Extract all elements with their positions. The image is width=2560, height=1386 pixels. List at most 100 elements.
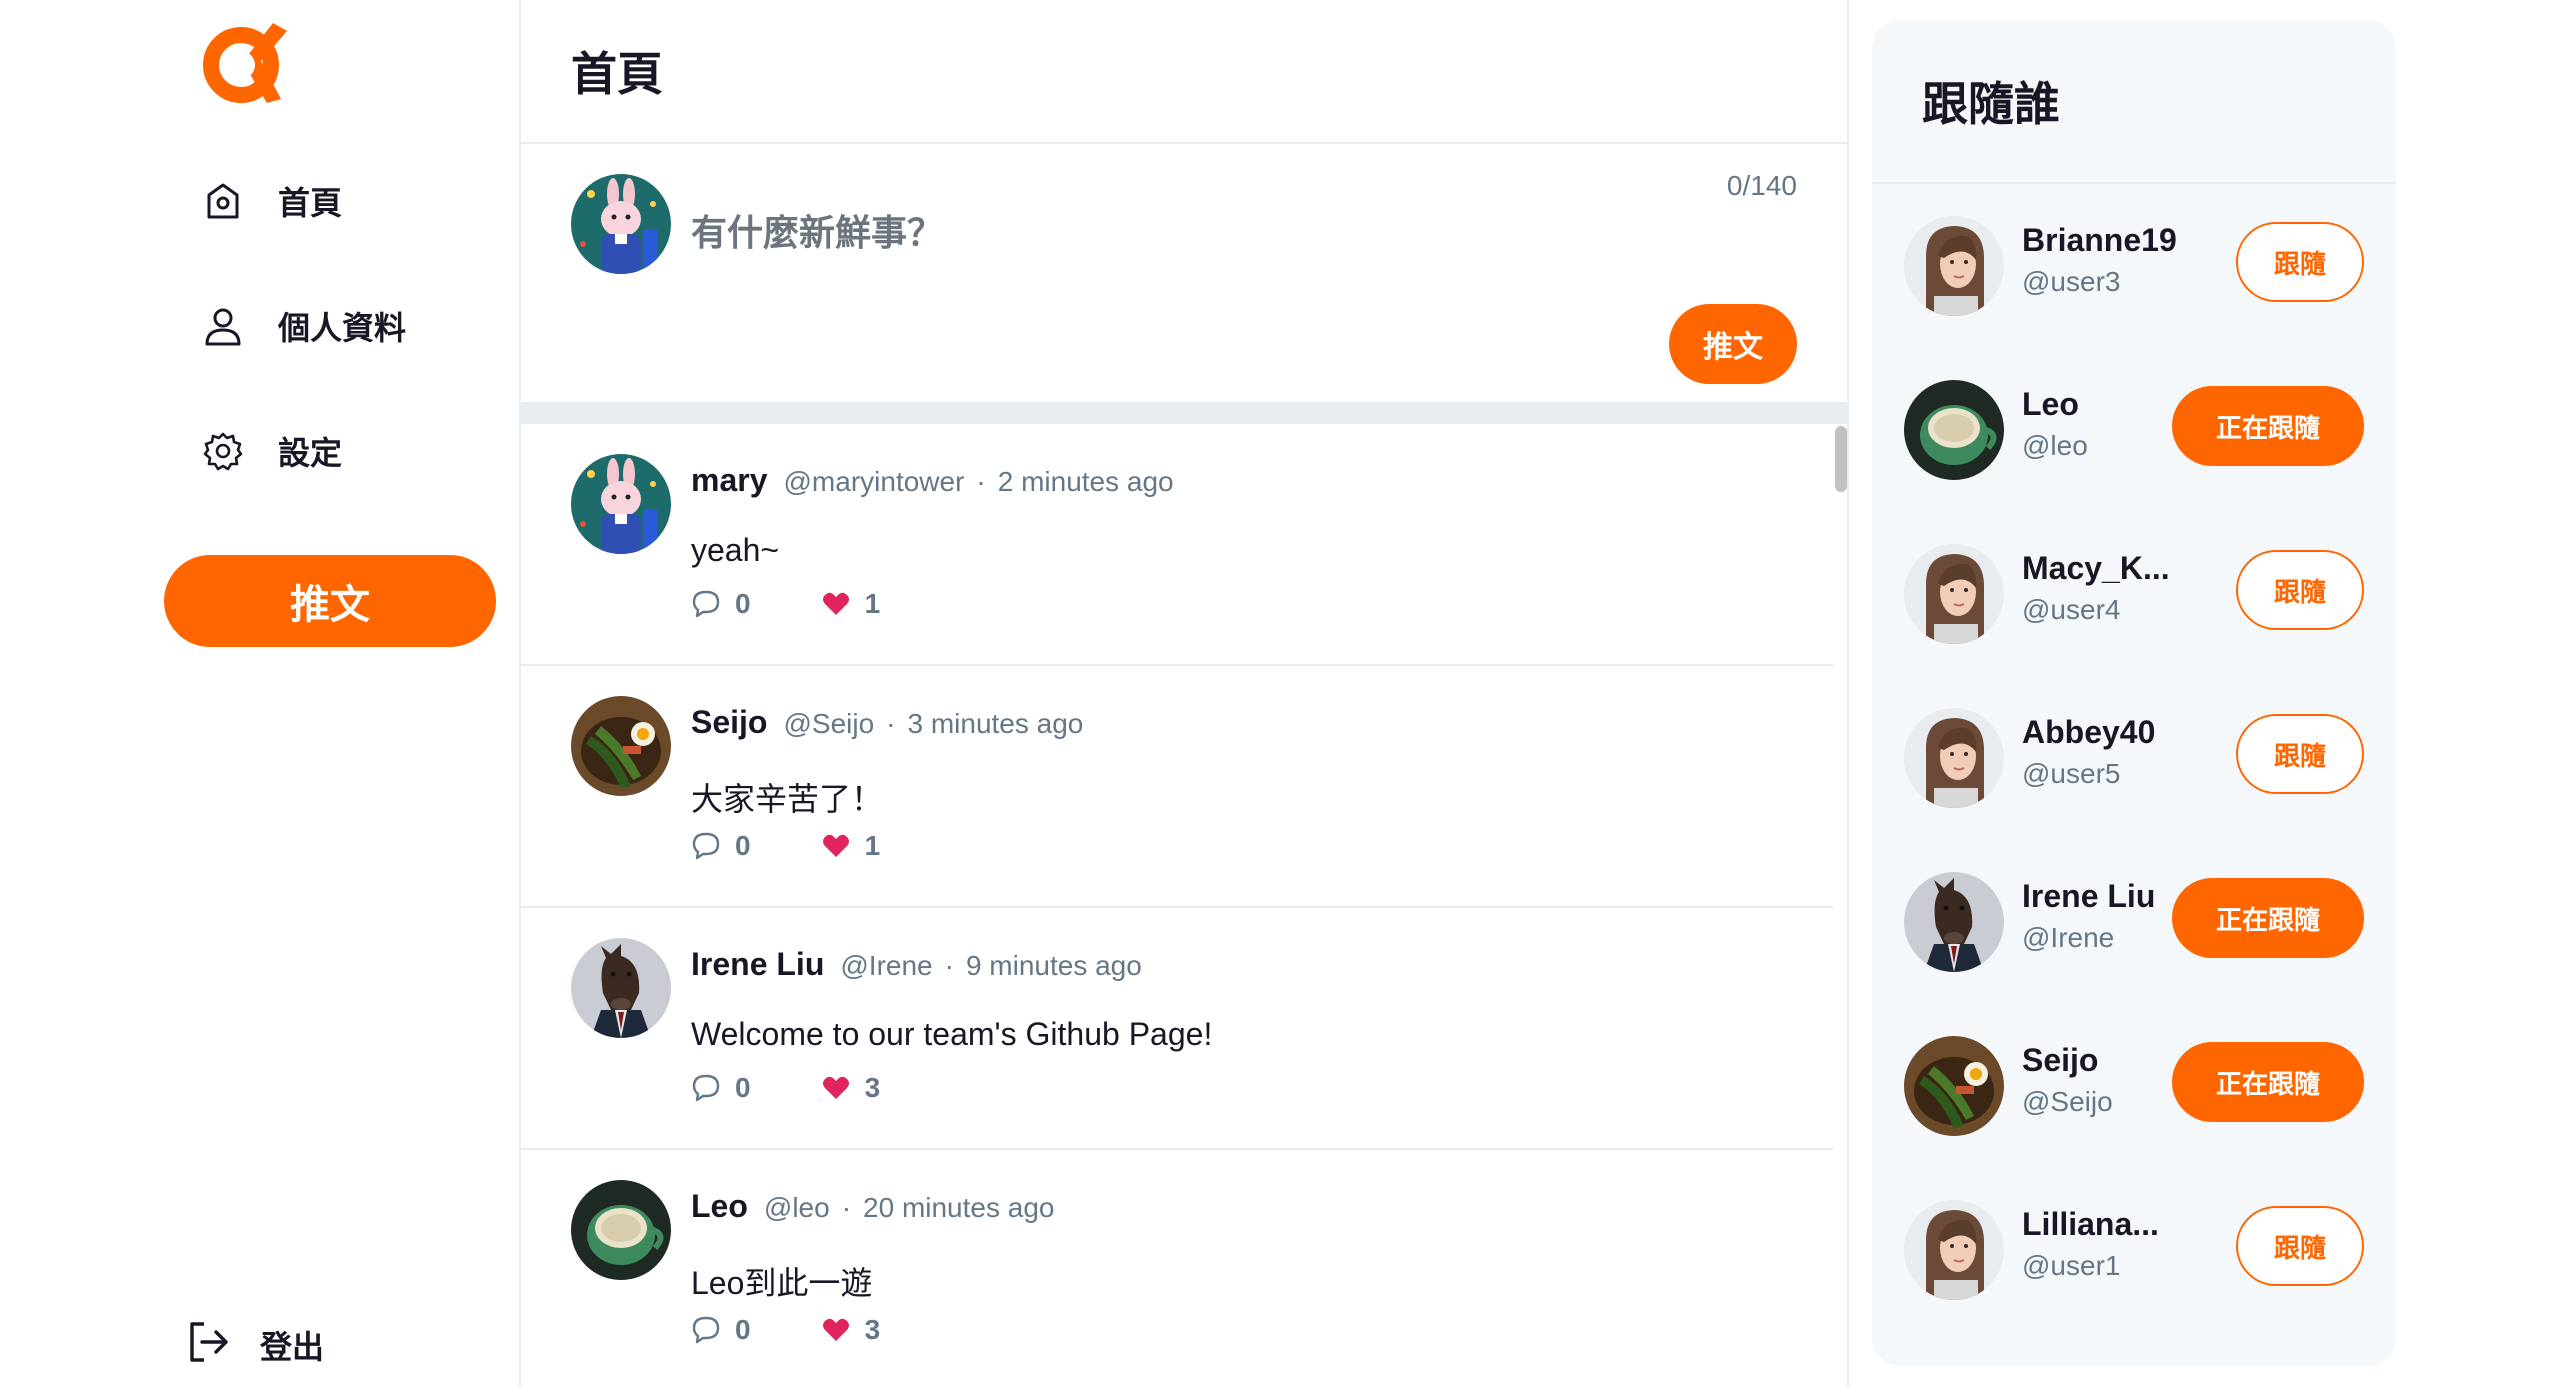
tweet-item[interactable]: Seijo @Seijo · 3 minutes ago 大家辛苦了！ 0 1 <box>521 666 1833 908</box>
logout-button[interactable]: 登出 <box>186 1320 324 1369</box>
follow-user-name[interactable]: Seijo <box>2022 1042 2182 1079</box>
like-count: 3 <box>864 1314 881 1345</box>
tweet-item[interactable]: Leo @leo · 20 minutes ago Leo到此一遊 0 3 <box>521 1150 1833 1386</box>
follow-title: 跟隨誰 <box>1922 78 2060 130</box>
tweet-item[interactable]: mary @maryintower · 2 minutes ago yeah~ … <box>521 424 1833 666</box>
reply-button[interactable]: 0 <box>691 1314 751 1346</box>
avatar[interactable] <box>571 1180 671 1280</box>
tweet-author-handle[interactable]: @maryintower <box>784 466 965 498</box>
sidebar-tweet-button[interactable]: 推文 <box>164 555 496 647</box>
like-button[interactable]: 1 <box>821 830 881 862</box>
tweet-item[interactable]: Irene Liu @Irene · 9 minutes ago Welcome… <box>521 908 1833 1150</box>
follow-item: Irene Liu @Irene 正在跟隨 <box>1872 840 2396 1004</box>
heart-icon <box>822 834 849 857</box>
follow-item: Brianne19 @user3 跟隨 <box>1872 184 2396 348</box>
avatar[interactable] <box>571 174 671 274</box>
like-button[interactable]: 1 <box>821 588 881 620</box>
tweet-text: Welcome to our team's Github Page! <box>691 1016 1213 1052</box>
like-button[interactable]: 3 <box>821 1072 881 1104</box>
follow-button[interactable]: 跟隨 <box>2236 1206 2364 1286</box>
logout-icon <box>186 1320 230 1369</box>
like-button[interactable]: 3 <box>821 1314 881 1346</box>
tweet-text: Leo到此一遊 <box>691 1265 873 1301</box>
avatar-image <box>1904 872 2004 972</box>
tweet-author-name[interactable]: Leo <box>691 1188 748 1225</box>
home-icon <box>200 178 246 224</box>
reply-button[interactable]: 0 <box>691 588 751 620</box>
reply-count: 0 <box>735 588 751 619</box>
avatar-image <box>571 1180 671 1280</box>
comment-icon <box>692 1074 720 1102</box>
tweet-author-name[interactable]: Seijo <box>691 704 767 741</box>
follow-user-name[interactable]: Lilliana... <box>2022 1206 2182 1243</box>
tweet-author-name[interactable]: mary <box>691 462 768 499</box>
follow-button[interactable]: 跟隨 <box>2236 550 2364 630</box>
sidebar-item-settings[interactable]: 設定 <box>200 421 342 481</box>
tweet-header: mary @maryintower · 2 minutes ago <box>691 462 1174 499</box>
avatar[interactable] <box>571 938 671 1038</box>
following-button[interactable]: 正在跟隨 <box>2172 878 2364 958</box>
who-to-follow-panel: 跟隨誰 Brianne19 @user3 跟隨 Leo @leo 正在跟隨 Ma… <box>1872 20 2396 1366</box>
logout-label: 登出 <box>260 1328 325 1365</box>
follow-button[interactable]: 跟隨 <box>2236 714 2364 794</box>
follow-item: Leo @leo 正在跟隨 <box>1872 348 2396 512</box>
avatar[interactable] <box>1904 1200 2004 1300</box>
reply-button[interactable]: 0 <box>691 1072 751 1104</box>
follow-item: Seijo @Seijo 正在跟隨 <box>1872 1004 2396 1168</box>
avatar[interactable] <box>1904 872 2004 972</box>
avatar[interactable] <box>571 454 671 554</box>
tweet-timestamp: 3 minutes ago <box>907 708 1084 739</box>
following-button[interactable]: 正在跟隨 <box>2172 1042 2364 1122</box>
like-count: 1 <box>864 588 881 619</box>
following-button[interactable]: 正在跟隨 <box>2172 386 2364 466</box>
follow-button[interactable]: 跟隨 <box>2236 222 2364 302</box>
follow-item: Macy_K... @user4 跟隨 <box>1872 512 2396 676</box>
tweet-header: Seijo @Seijo · 3 minutes ago <box>691 704 1083 741</box>
follow-user-handle: @Irene <box>2022 922 2115 953</box>
avatar[interactable] <box>1904 1036 2004 1136</box>
alpha-logo-icon <box>203 23 287 103</box>
follow-user-handle: @Seijo <box>2022 1086 2113 1117</box>
gear-icon <box>200 428 246 474</box>
follow-list: Brianne19 @user3 跟隨 Leo @leo 正在跟隨 Macy_K… <box>1872 184 2396 1332</box>
like-count: 1 <box>864 830 881 861</box>
avatar[interactable] <box>1904 380 2004 480</box>
comment-icon <box>692 832 720 860</box>
follow-user-name[interactable]: Brianne19 <box>2022 222 2182 259</box>
tweet-author-handle[interactable]: @Irene <box>840 950 932 982</box>
avatar[interactable] <box>1904 708 2004 808</box>
follow-header: 跟隨誰 <box>1872 20 2396 184</box>
feed-scrollbar[interactable] <box>1833 424 1847 1386</box>
tweet-timestamp: 2 minutes ago <box>997 466 1174 497</box>
follow-user-name[interactable]: Leo <box>2022 386 2182 423</box>
separator-dot: · <box>976 466 986 497</box>
follow-user-handle: @leo <box>2022 430 2088 461</box>
follow-user-handle: @user3 <box>2022 266 2121 297</box>
follow-user-name[interactable]: Irene Liu <box>2022 878 2182 915</box>
avatar[interactable] <box>571 696 671 796</box>
scrollbar-thumb[interactable] <box>1835 426 1847 492</box>
like-count: 3 <box>864 1072 881 1103</box>
composer-input[interactable]: 有什麼新鮮事？ <box>691 204 943 256</box>
tweet-author-handle[interactable]: @Seijo <box>783 708 874 740</box>
tweet-author-name[interactable]: Irene Liu <box>691 946 824 983</box>
tweet-feed: mary @maryintower · 2 minutes ago yeah~ … <box>521 424 1833 1386</box>
follow-user-name[interactable]: Macy_K... <box>2022 550 2182 587</box>
reply-button[interactable]: 0 <box>691 830 751 862</box>
reply-count: 0 <box>735 830 751 861</box>
avatar[interactable] <box>1904 216 2004 316</box>
composer-submit-button[interactable]: 推文 <box>1669 304 1797 384</box>
tweet-text: yeah~ <box>691 532 780 568</box>
comment-icon <box>692 1316 720 1344</box>
heart-icon <box>822 1076 849 1099</box>
brand-logo[interactable] <box>201 17 287 103</box>
follow-user-name[interactable]: Abbey40 <box>2022 714 2182 751</box>
follow-item: Lilliana... @user1 跟隨 <box>1872 1168 2396 1332</box>
avatar[interactable] <box>1904 544 2004 644</box>
sidebar-item-label: 個人資料 <box>278 310 407 346</box>
section-divider <box>521 402 1847 424</box>
sidebar-item-home[interactable]: 首頁 <box>200 171 342 231</box>
tweet-author-handle[interactable]: @leo <box>764 1192 830 1224</box>
tweet-actions: 0 1 <box>691 830 880 862</box>
sidebar-item-profile[interactable]: 個人資料 <box>200 296 406 356</box>
